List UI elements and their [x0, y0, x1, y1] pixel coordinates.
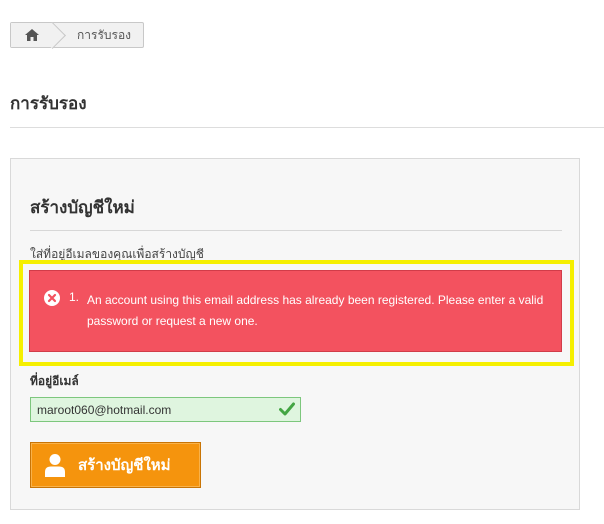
- create-account-button[interactable]: สร้างบัญชีใหม่: [30, 442, 201, 488]
- check-icon: [279, 402, 295, 416]
- create-account-button-label: สร้างบัญชีใหม่: [78, 457, 171, 474]
- create-account-panel: สร้างบัญชีใหม่ ใส่ที่อยู่อีเมลของคุณเพื่…: [10, 158, 580, 510]
- alert-number: 1.: [69, 290, 80, 304]
- home-icon: [25, 29, 39, 41]
- breadcrumb: การรับรอง: [10, 22, 145, 48]
- panel-title: สร้างบัญชีใหม่: [30, 198, 135, 217]
- panel-divider: [30, 230, 562, 231]
- page-divider: [10, 127, 604, 128]
- error-alert: 1. An account using this email address h…: [29, 270, 562, 352]
- breadcrumb-home[interactable]: [11, 23, 53, 47]
- error-circle-icon: [44, 290, 60, 306]
- email-label: ที่อยู่อีเมล์: [30, 374, 79, 388]
- email-input[interactable]: [31, 398, 271, 421]
- page-title: การรับรอง: [10, 94, 87, 113]
- email-field: [30, 397, 301, 422]
- breadcrumb-current: การรับรอง: [77, 27, 132, 42]
- alert-message: An account using this email address has …: [87, 293, 544, 328]
- user-icon: [45, 454, 65, 477]
